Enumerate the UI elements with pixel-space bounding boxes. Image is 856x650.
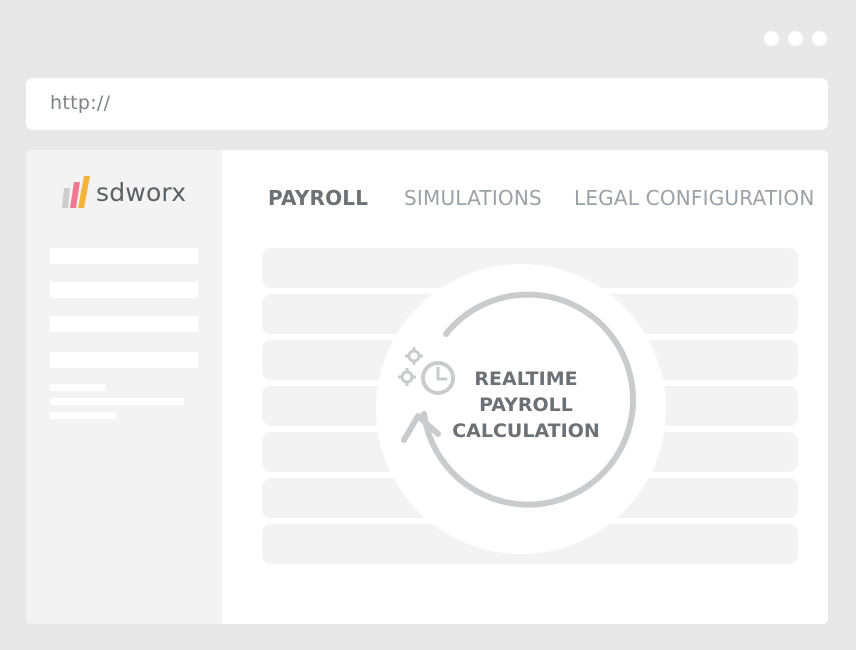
sidebar-placeholder-line: [50, 384, 106, 391]
sidebar-placeholder-item: [50, 248, 198, 264]
window-control-dot[interactable]: [764, 31, 779, 46]
badge-line-1: REALTIME: [474, 368, 578, 390]
logo-text: sdworx: [96, 177, 187, 207]
sidebar-placeholder-item: [50, 316, 198, 332]
window-control-dot[interactable]: [812, 31, 827, 46]
address-bar[interactable]: http://: [26, 78, 828, 130]
tab-legal-configuration[interactable]: LEGAL CONFIGURATION: [574, 186, 815, 210]
logo-mark-icon: [62, 176, 90, 208]
gear-icon: [405, 347, 423, 365]
realtime-payroll-label: REALTIME PAYROLL CALCULATION: [446, 366, 606, 444]
sidebar-placeholder-item: [50, 282, 198, 298]
gear-icon: [398, 368, 416, 386]
page-content: sdworx PAYROLL SIMULATIONS LEGAL CONFIGU…: [26, 150, 828, 624]
url-text: http://: [50, 92, 111, 114]
sdworx-logo[interactable]: sdworx: [62, 172, 186, 212]
badge-line-3: CALCULATION: [452, 420, 600, 442]
sidebar-placeholder-line: [50, 412, 116, 419]
tab-simulations[interactable]: SIMULATIONS: [404, 186, 542, 210]
window-control-dot[interactable]: [788, 31, 803, 46]
tab-payroll[interactable]: PAYROLL: [268, 186, 368, 210]
sidebar-placeholder-item: [50, 352, 198, 368]
badge-line-2: PAYROLL: [479, 394, 573, 416]
browser-window: http:// sdworx PAYROLL SIMULATIONS LEGAL…: [0, 0, 856, 650]
sidebar: sdworx: [26, 150, 222, 624]
sidebar-placeholder-line: [50, 398, 184, 405]
